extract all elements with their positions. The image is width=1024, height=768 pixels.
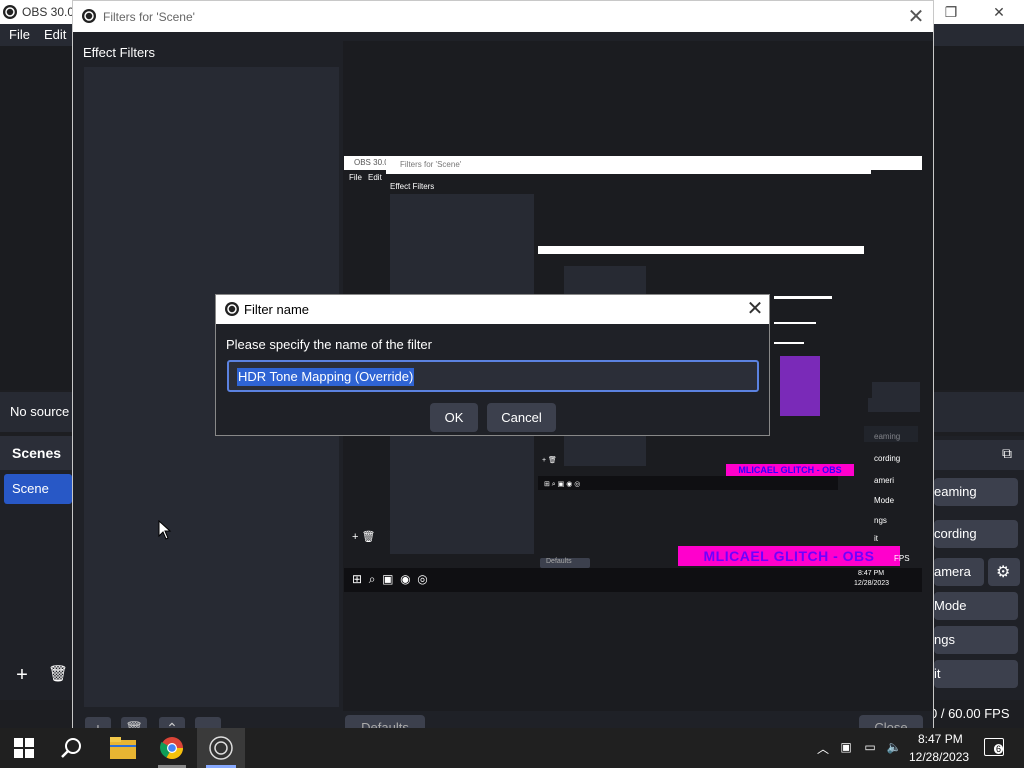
dialog-titlebar: Filter name ✕ — [216, 295, 769, 324]
add-scene-button[interactable]: + — [8, 662, 36, 688]
dialog-close-icon[interactable]: ✕ — [744, 297, 766, 321]
scenes-title: Scenes — [12, 445, 62, 461]
filter-name-dialog: Filter name ✕ Please specify the name of… — [215, 294, 770, 436]
dialog-prompt: Please specify the name of the filter — [226, 337, 432, 352]
filters-close-icon[interactable]: ✕ — [905, 6, 927, 28]
controls-header: ⧉ — [934, 440, 1024, 470]
preview-l4-titlebar — [774, 322, 816, 324]
exit-button[interactable]: it — [934, 660, 1018, 688]
ok-button[interactable]: OK — [430, 403, 478, 432]
scene-list-item[interactable]: Scene — [4, 474, 72, 504]
preview-l2-ctrl — [872, 382, 920, 398]
preview-taskbar-time: 8:47 PM — [858, 570, 885, 577]
preview-ctrl-settings: ngs — [874, 516, 887, 525]
notifications-icon[interactable]: 6 — [984, 738, 1004, 756]
preview-title: OBS 30.0 — [354, 158, 389, 167]
preview-l2-taskbar-icons: ⊞ ⌕ ▣ ◉ ◎ — [544, 481, 581, 488]
preview-l2-taskbar — [538, 476, 838, 490]
preview-menu-file: File — [349, 173, 362, 182]
preview-ctrl-mode: Mode — [874, 496, 895, 505]
preview-ctrl-camera: ameri — [874, 476, 895, 485]
preview-l2-add: + 🗑 — [542, 457, 557, 464]
clock-time[interactable]: 8:47 PM — [918, 732, 963, 746]
clock-date[interactable]: 12/28/2023 — [909, 750, 969, 764]
obs-taskbar-icon — [209, 736, 233, 760]
effect-filters-label: Effect Filters — [83, 45, 156, 60]
menu-edit[interactable]: Edit — [44, 27, 66, 42]
preview-ctrl-exit: it — [874, 534, 878, 543]
start-streaming-button[interactable]: eaming — [934, 478, 1018, 506]
preview-add-remove: + 🗑 — [352, 531, 376, 543]
vcam-settings-gear-icon[interactable]: ⚙ — [988, 558, 1020, 586]
fps-readout: 0 / 60.00 FPS — [930, 706, 1010, 721]
file-explorer-icon[interactable] — [110, 737, 136, 759]
preview-menu-edit: Edit — [368, 173, 382, 182]
scene-item-label: Scene — [12, 481, 49, 496]
obs-logo-icon — [82, 9, 96, 23]
mouse-cursor-icon — [158, 520, 172, 540]
obs-logo-icon — [225, 302, 239, 316]
chevron-up-icon[interactable]: ︿ — [815, 740, 831, 756]
remove-scene-button[interactable]: 🗑 — [44, 662, 72, 688]
preview-l2-titlebar — [538, 246, 864, 254]
chrome-icon[interactable] — [160, 736, 184, 760]
obs-logo-icon — [3, 5, 17, 19]
virtual-camera-button[interactable]: amera — [934, 558, 984, 586]
scenes-header: Scenes — [0, 436, 72, 470]
preview-deep-glitch — [780, 356, 820, 416]
search-icon[interactable] — [60, 736, 84, 760]
dialog-title: Filter name — [244, 302, 310, 317]
preview-filters-title: Filters for 'Scene' — [400, 160, 462, 169]
volume-muted-icon[interactable]: 🔈 — [886, 740, 902, 756]
settings-button[interactable]: ngs — [934, 626, 1018, 654]
close-icon[interactable]: ✕ — [984, 2, 1014, 22]
preview-glitch-banner: MLICAEL GLITCH - OBS — [678, 546, 900, 566]
dock-undock-icon[interactable]: ⧉ — [1002, 445, 1012, 462]
preview-glitch-small: MLICAEL GLITCH - OBS — [726, 464, 854, 476]
cancel-button[interactable]: Cancel — [487, 403, 556, 432]
preview-defaults: Defaults — [540, 558, 590, 568]
preview-taskbar-date: 12/28/2023 — [854, 580, 890, 587]
filters-window-title: Filters for 'Scene' — [103, 10, 195, 24]
preview-effect-filters: Effect Filters — [390, 182, 435, 191]
obs-window-title: OBS 30.0 — [22, 5, 75, 19]
restore-icon[interactable]: ❐ — [936, 2, 966, 22]
monitor-icon[interactable]: ▭ — [862, 740, 878, 756]
network-status-icon[interactable]: ▣ — [838, 740, 854, 756]
studio-mode-button[interactable]: Mode — [934, 592, 1018, 620]
menu-file[interactable]: File — [9, 27, 30, 42]
preview-l5-titlebar — [774, 342, 804, 344]
preview-ctrl-bg — [864, 426, 918, 442]
start-recording-button[interactable]: cording — [934, 520, 1018, 548]
filters-titlebar: Filters for 'Scene' ✕ — [73, 1, 933, 32]
preview-ctrl-recording: cording — [874, 454, 901, 463]
preview-l3-titlebar — [774, 296, 832, 299]
preview-taskbar — [344, 568, 922, 592]
windows-start-icon[interactable] — [14, 738, 34, 758]
no-source-text: No source — [10, 404, 70, 419]
preview-taskbar-icons: ⊞ ⌕ ▣ ◉ ◎ — [352, 572, 428, 586]
notification-count: 6 — [994, 744, 1004, 754]
filter-name-input-value: HDR Tone Mapping (Override) — [237, 368, 415, 386]
preview-fps: FPS — [894, 554, 910, 563]
preview-l2-ctrl — [868, 398, 920, 412]
